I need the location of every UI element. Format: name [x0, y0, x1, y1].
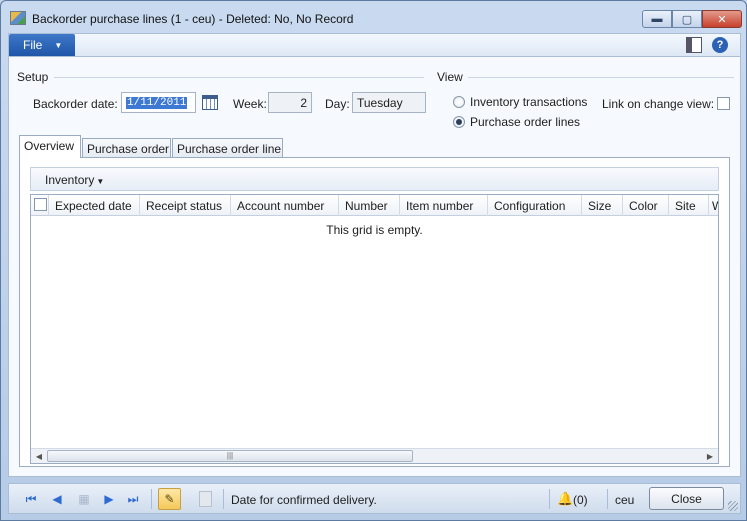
- status-help-text: Date for confirmed delivery.: [231, 493, 377, 507]
- scroll-left-icon[interactable]: ◀: [32, 450, 46, 462]
- week-label: Week:: [233, 97, 267, 111]
- inventory-menu-button[interactable]: Inventory ▼: [45, 173, 104, 187]
- resize-grip-icon[interactable]: [728, 501, 738, 511]
- view-divider: [468, 77, 734, 78]
- edit-mode-icon[interactable]: ✎: [158, 488, 181, 510]
- ribbon: File ▼ ?: [8, 33, 741, 56]
- backorder-date-field[interactable]: 1/11/2011: [121, 92, 196, 113]
- link-on-change-view-checkbox[interactable]: [717, 97, 730, 110]
- backorder-date-label: Backorder date:: [33, 97, 118, 111]
- status-separator: [223, 489, 224, 509]
- layout-icon[interactable]: [686, 37, 702, 53]
- close-button[interactable]: Close: [649, 487, 724, 510]
- chevron-down-icon: ▼: [54, 40, 63, 50]
- attachments-icon[interactable]: [199, 491, 212, 507]
- tab-overview[interactable]: Overview: [19, 135, 81, 158]
- radio-purchase-order-lines[interactable]: Purchase order lines: [453, 115, 580, 129]
- column-header-account-number[interactable]: Account number: [231, 195, 339, 216]
- close-window-button[interactable]: ✕: [702, 10, 742, 28]
- app-icon: [10, 11, 26, 25]
- setup-divider: [54, 77, 424, 78]
- week-field: 2: [268, 92, 312, 113]
- notification-bell-icon[interactable]: 🔔: [557, 491, 573, 507]
- column-header-configuration[interactable]: Configuration: [488, 195, 582, 216]
- tab-purchase-order-line[interactable]: Purchase order line: [172, 138, 283, 158]
- last-record-icon[interactable]: ⏭: [125, 492, 141, 506]
- link-on-change-view-label: Link on change view:: [602, 97, 715, 111]
- chevron-down-icon: ▼: [96, 177, 105, 186]
- minimize-button[interactable]: ▬: [642, 10, 672, 28]
- column-header-expected-date[interactable]: Expected date: [49, 195, 140, 216]
- title-bar: Backorder purchase lines (1 - ceu) - Del…: [1, 1, 746, 33]
- radio-label: Purchase order lines: [470, 115, 581, 129]
- column-header-site[interactable]: Site: [669, 195, 709, 216]
- radio-button-selected: [453, 116, 465, 128]
- column-header-warehouse[interactable]: W: [709, 195, 718, 216]
- help-icon[interactable]: ?: [712, 37, 728, 53]
- maximize-button[interactable]: ▢: [672, 10, 702, 28]
- status-separator: [549, 489, 550, 509]
- day-label: Day:: [325, 97, 350, 111]
- select-all-checkbox[interactable]: [34, 198, 47, 211]
- column-header-color[interactable]: Color: [623, 195, 669, 216]
- column-header-number[interactable]: Number: [339, 195, 400, 216]
- window-title: Backorder purchase lines (1 - ceu) - Del…: [32, 12, 354, 26]
- column-header-item-number[interactable]: Item number: [400, 195, 488, 216]
- setup-group-title: Setup: [17, 70, 49, 84]
- grid-header: Expected date Receipt status Account num…: [31, 195, 718, 216]
- calendar-icon[interactable]: [202, 95, 218, 110]
- file-menu-label: File: [23, 38, 43, 52]
- view-group-title: View: [437, 70, 463, 84]
- purchase-lines-grid[interactable]: Expected date Receipt status Account num…: [30, 194, 719, 464]
- company-indicator[interactable]: ceu: [615, 493, 634, 507]
- scroll-right-icon[interactable]: ▶: [703, 450, 717, 462]
- overview-tab-panel: Inventory ▼ Expected date Receipt status …: [19, 157, 730, 467]
- tab-purchase-order[interactable]: Purchase order: [82, 138, 171, 158]
- status-bar: ⏮ ◀ ▦ ▶ ⏭ ✎ Date for confirmed delivery.…: [8, 483, 741, 514]
- radio-inventory-transactions[interactable]: Inventory transactions: [453, 95, 587, 109]
- horizontal-scrollbar[interactable]: ◀ ||| ▶: [31, 448, 718, 463]
- file-menu-button[interactable]: File ▼: [9, 34, 75, 56]
- column-header-size[interactable]: Size: [582, 195, 623, 216]
- backorder-date-value: 1/11/2011: [126, 97, 188, 109]
- grid-toolbar: Inventory ▼: [30, 167, 719, 191]
- scroll-thumb[interactable]: |||: [47, 450, 413, 462]
- previous-record-icon[interactable]: ◀: [49, 492, 65, 506]
- status-separator: [607, 489, 608, 509]
- notification-count[interactable]: (0): [573, 493, 588, 507]
- record-list-icon: ▦: [78, 492, 90, 506]
- window: Backorder purchase lines (1 - ceu) - Del…: [0, 0, 747, 521]
- grid-empty-message: This grid is empty.: [326, 223, 423, 237]
- status-separator: [151, 489, 152, 509]
- day-field: Tuesday: [352, 92, 426, 113]
- content-panel: Setup Backorder date: 1/11/2011 Week: 2 …: [8, 56, 741, 477]
- next-record-icon[interactable]: ▶: [101, 492, 117, 506]
- select-all-cell: [31, 195, 49, 216]
- radio-label: Inventory transactions: [470, 95, 588, 109]
- column-header-receipt-status[interactable]: Receipt status: [140, 195, 231, 216]
- radio-button: [453, 96, 465, 108]
- first-record-icon[interactable]: ⏮: [23, 492, 39, 506]
- inventory-menu-label: Inventory: [45, 173, 95, 187]
